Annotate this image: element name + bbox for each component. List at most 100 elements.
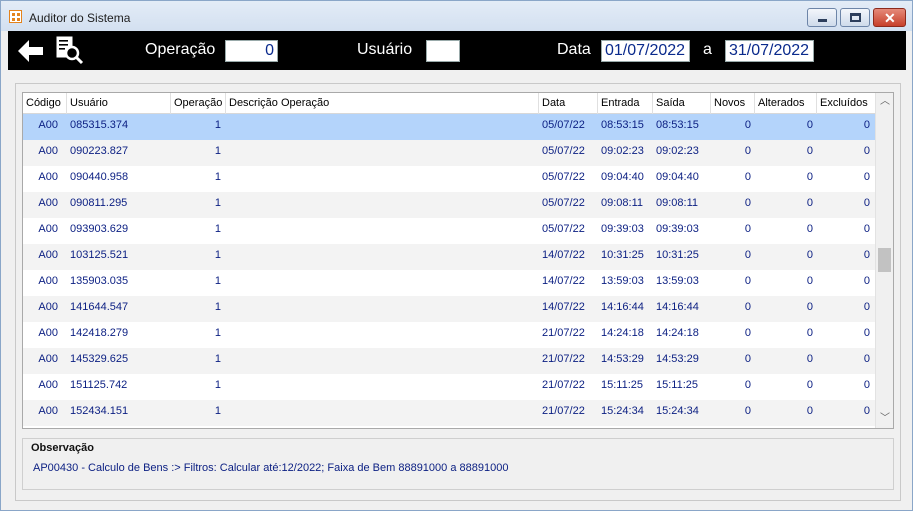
table-row[interactable]: A00 090223.827 1 05/07/22 09:02:23 09:02:23 0 0… xyxy=(23,140,875,166)
col-data[interactable]: Data xyxy=(539,93,598,114)
report-search-icon[interactable] xyxy=(54,35,84,65)
cell-excluidos: 0 xyxy=(863,275,870,287)
table-row[interactable]: A00 090811.295 1 05/07/22 09:08:11 09:08:11 0 0… xyxy=(23,192,875,218)
cell-descricao xyxy=(229,218,529,244)
cell-excluidos: 0 xyxy=(863,171,870,183)
col-novos[interactable]: Novos xyxy=(711,93,755,114)
cell-alterados: 0 xyxy=(806,171,813,183)
close-button[interactable]: ✕ xyxy=(873,8,906,27)
cell-novos: 0 xyxy=(744,327,751,339)
cell-saida: 14:16:44 xyxy=(656,301,699,313)
cell-saida: 09:08:11 xyxy=(656,197,699,209)
cell-usuario: 142418.279 xyxy=(70,327,129,339)
col-usuario[interactable]: Usuário xyxy=(67,93,171,114)
audit-grid[interactable]: Código Usuário Operação Descrição Operaç… xyxy=(22,92,894,429)
table-row[interactable]: A00 152434.151 1 21/07/22 15:24:34 15:24:34 0 0… xyxy=(23,400,875,426)
data-from-input[interactable]: 01/07/2022 xyxy=(601,40,690,62)
cell-novos: 0 xyxy=(744,171,751,183)
cell-data: 14/07/22 xyxy=(542,249,585,261)
cell-usuario: 145329.625 xyxy=(70,353,129,365)
cell-alterados: 0 xyxy=(806,353,813,365)
table-row[interactable]: A00 142418.279 1 21/07/22 14:24:18 14:24:18 0 0… xyxy=(23,322,875,348)
cell-usuario: 085315.374 xyxy=(70,119,129,131)
cell-alterados: 0 xyxy=(806,249,813,261)
cell-codigo: A00 xyxy=(38,171,58,183)
col-descricao[interactable]: Descrição Operação xyxy=(226,93,539,114)
maximize-button[interactable] xyxy=(840,8,870,27)
back-arrow-icon[interactable] xyxy=(16,38,44,64)
col-alterados[interactable]: Alterados xyxy=(755,93,817,114)
cell-novos: 0 xyxy=(744,249,751,261)
cell-entrada: 08:53:15 xyxy=(601,119,644,131)
cell-descricao xyxy=(229,166,529,192)
cell-descricao xyxy=(229,244,529,270)
cell-excluidos: 0 xyxy=(863,119,870,131)
data-to-input[interactable]: 31/07/2022 xyxy=(725,40,814,62)
cell-excluidos: 0 xyxy=(863,405,870,417)
usuario-input[interactable] xyxy=(426,40,460,62)
minimize-button[interactable] xyxy=(807,8,837,27)
cell-data: 21/07/22 xyxy=(542,379,585,391)
table-row[interactable]: A00 141644.547 1 14/07/22 14:16:44 14:16:44 0 0… xyxy=(23,296,875,322)
table-row[interactable]: A00 151125.742 1 21/07/22 15:11:25 15:11:25 0 0… xyxy=(23,374,875,400)
cell-alterados: 0 xyxy=(806,223,813,235)
col-entrada[interactable]: Entrada xyxy=(598,93,653,114)
operacao-input[interactable]: 0 xyxy=(225,40,278,62)
table-row[interactable]: A00 085315.374 1 05/07/22 08:53:15 08:53:15 0 0… xyxy=(23,114,875,140)
col-operacao[interactable]: Operação xyxy=(171,93,226,114)
cell-saida: 13:59:03 xyxy=(656,275,699,287)
table-row[interactable]: A00 093903.629 1 05/07/22 09:39:03 09:39:03 0 0… xyxy=(23,218,875,244)
table-row[interactable]: A00 090440.958 1 05/07/22 09:04:40 09:04:40 0 0… xyxy=(23,166,875,192)
cell-codigo: A00 xyxy=(38,223,58,235)
minimize-icon xyxy=(818,19,827,22)
cell-descricao xyxy=(229,374,529,400)
col-saida[interactable]: Saída xyxy=(653,93,711,114)
table-row[interactable]: A00 103125.521 1 14/07/22 10:31:25 10:31:25 0 0… xyxy=(23,244,875,270)
cell-data: 05/07/22 xyxy=(542,223,585,235)
table-row[interactable]: A00 145329.625 1 21/07/22 14:53:29 14:53:29 0 0… xyxy=(23,348,875,374)
cell-descricao xyxy=(229,348,529,374)
observacao-text: AP00430 - Calculo de Bens :> Filtros: Ca… xyxy=(33,462,509,474)
cell-operacao: 1 xyxy=(214,171,221,183)
cell-alterados: 0 xyxy=(806,327,813,339)
cell-entrada: 15:11:25 xyxy=(601,379,644,391)
cell-entrada: 14:53:29 xyxy=(601,353,644,365)
cell-entrada: 15:24:34 xyxy=(601,405,644,417)
cell-excluidos: 0 xyxy=(863,249,870,261)
cell-operacao: 1 xyxy=(214,249,221,261)
vertical-scrollbar[interactable]: ︿ ﹀ xyxy=(875,93,893,428)
cell-operacao: 1 xyxy=(214,197,221,209)
cell-novos: 0 xyxy=(744,405,751,417)
cell-usuario: 141644.547 xyxy=(70,301,129,313)
cell-excluidos: 0 xyxy=(863,379,870,391)
cell-codigo: A00 xyxy=(38,249,58,261)
title-bar: Auditor do Sistema ✕ xyxy=(1,1,912,31)
cell-entrada: 10:31:25 xyxy=(601,249,644,261)
cell-novos: 0 xyxy=(744,223,751,235)
cell-codigo: A00 xyxy=(38,405,58,417)
scroll-down-icon[interactable]: ﹀ xyxy=(876,410,893,427)
cell-saida: 09:02:23 xyxy=(656,145,699,157)
cell-alterados: 0 xyxy=(806,197,813,209)
cell-entrada: 09:08:11 xyxy=(601,197,644,209)
window-title: Auditor do Sistema xyxy=(29,11,131,25)
cell-excluidos: 0 xyxy=(863,145,870,157)
usuario-label: Usuário xyxy=(357,41,413,58)
cell-alterados: 0 xyxy=(806,119,813,131)
cell-saida: 14:53:29 xyxy=(656,353,699,365)
scroll-thumb[interactable] xyxy=(878,248,891,272)
table-row[interactable]: A00 135903.035 1 14/07/22 13:59:03 13:59:03 0 0… xyxy=(23,270,875,296)
cell-saida: 14:24:18 xyxy=(656,327,699,339)
cell-operacao: 1 xyxy=(214,405,221,417)
cell-saida: 15:11:25 xyxy=(656,379,699,391)
cell-operacao: 1 xyxy=(214,327,221,339)
col-codigo[interactable]: Código xyxy=(23,93,67,114)
cell-descricao xyxy=(229,400,529,426)
col-excluidos[interactable]: Excluídos xyxy=(817,93,875,114)
scroll-up-icon[interactable]: ︿ xyxy=(876,93,893,110)
cell-entrada: 09:02:23 xyxy=(601,145,644,157)
cell-saida: 08:53:15 xyxy=(656,119,699,131)
cell-entrada: 14:16:44 xyxy=(601,301,644,313)
cell-usuario: 135903.035 xyxy=(70,275,129,287)
cell-codigo: A00 xyxy=(38,353,58,365)
